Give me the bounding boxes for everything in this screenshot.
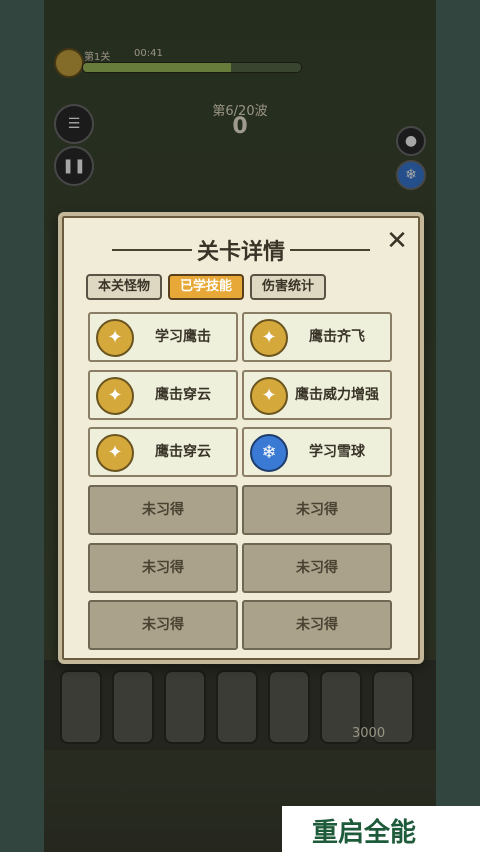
locked-skill-card: 未习得 — [88, 542, 238, 593]
skill-card[interactable]: ✦ 鹰击穿云 — [88, 427, 238, 478]
locked-skill-card: 未习得 — [242, 542, 392, 593]
skill-name: 鹰击齐飞 — [309, 329, 365, 345]
skill-name: 学习雪球 — [309, 444, 365, 461]
snowball-icon: ❄ — [250, 434, 288, 473]
locked-skill-card: 未习得 — [88, 484, 238, 535]
skills-grid: ✦ 学习鹰击 ✦ 鹰击齐飞 ✦ 鹰击穿云 ✦ 鹰击威力增强 ✦ 鹰击穿云 ❄ 学… — [88, 312, 396, 652]
skill-card[interactable]: ✦ 鹰击穿云 — [88, 369, 238, 420]
skill-name: 鹰击威力增强 — [295, 386, 379, 403]
watermark: 重启全能 — [282, 806, 480, 852]
skill-card[interactable]: ✦ 鹰击威力增强 — [242, 369, 392, 420]
locked-label: 未习得 — [296, 501, 338, 518]
level-details-dialog: 关卡详情 ✕ 本关怪物 已学技能 伤害统计 ✦ 学习鹰击 ✦ 鹰击齐飞 ✦ 鹰击… — [58, 212, 424, 664]
skill-name: 学习鹰击 — [155, 329, 211, 345]
dialog-title: 关卡详情 — [196, 240, 285, 265]
tab-learned-skills[interactable]: 已学技能 — [168, 274, 244, 300]
close-button[interactable]: ✕ — [382, 226, 412, 256]
locked-label: 未习得 — [142, 559, 184, 576]
close-icon: ✕ — [386, 226, 408, 256]
eagle-icon: ✦ — [96, 319, 134, 357]
skill-name: 鹰击穿云 — [155, 386, 211, 403]
locked-label: 未习得 — [296, 559, 338, 576]
locked-skill-card: 未习得 — [242, 600, 392, 651]
tab-damage-stats[interactable]: 伤害统计 — [250, 274, 326, 300]
locked-label: 未习得 — [296, 617, 338, 634]
locked-label: 未习得 — [142, 617, 184, 634]
eagle-icon: ✦ — [96, 376, 134, 415]
watermark-text: 重启全能 — [312, 818, 417, 848]
skill-card[interactable]: ✦ 鹰击齐飞 — [242, 312, 392, 362]
locked-skill-card: 未习得 — [242, 484, 392, 535]
skill-name: 鹰击穿云 — [155, 444, 211, 461]
tab-monsters[interactable]: 本关怪物 — [86, 274, 162, 300]
locked-label: 未习得 — [142, 501, 184, 518]
eagle-icon: ✦ — [250, 319, 288, 357]
eagle-icon: ✦ — [250, 376, 288, 415]
locked-skill-card: 未习得 — [88, 600, 238, 651]
tab-bar: 本关怪物 已学技能 伤害统计 — [86, 274, 326, 300]
skill-card[interactable]: ❄ 学习雪球 — [242, 427, 392, 478]
eagle-icon: ✦ — [96, 434, 134, 473]
skill-card[interactable]: ✦ 学习鹰击 — [88, 312, 238, 362]
